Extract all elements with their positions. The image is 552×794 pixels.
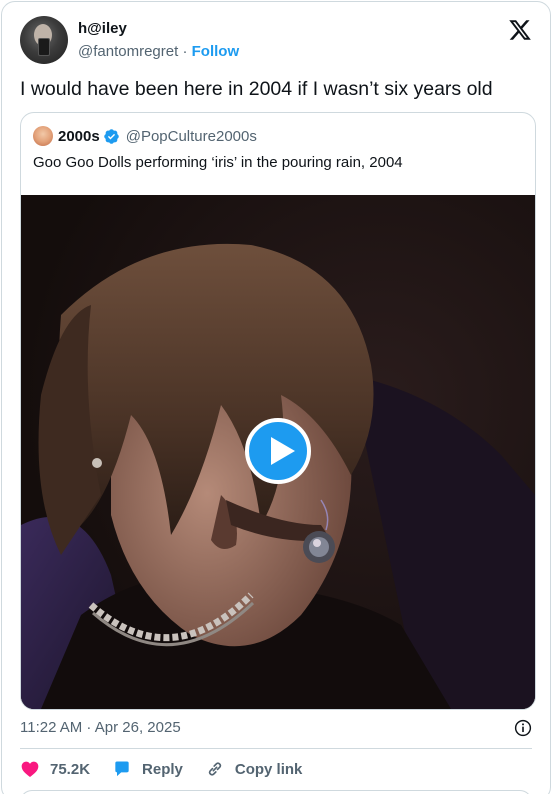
like-button[interactable]: 75.2K: [20, 759, 90, 779]
read-more-bar[interactable]: [20, 790, 532, 794]
info-icon[interactable]: [514, 719, 532, 737]
divider: [20, 748, 532, 749]
x-logo-icon[interactable]: [508, 18, 532, 42]
tweet-header: h@iley @fantomregret · Follow: [20, 16, 536, 66]
play-icon: [271, 437, 295, 465]
tweet-embed-card: h@iley @fantomregret · Follow I would ha…: [1, 1, 551, 794]
avatar[interactable]: [20, 16, 68, 64]
link-icon: [208, 762, 222, 776]
quoted-display-name: 2000s: [58, 127, 100, 145]
quoted-tweet[interactable]: 2000s @PopCulture2000s Goo Goo Dolls per…: [20, 112, 536, 710]
tweet-text: I would have been here in 2004 if I wasn…: [20, 78, 493, 100]
quoted-handle: @PopCulture2000s: [125, 127, 257, 145]
author-display-name[interactable]: h@iley: [78, 20, 239, 38]
heart-icon: [21, 761, 39, 777]
quoted-avatar: [33, 126, 53, 146]
action-bar: 75.2K Reply Copy link: [20, 758, 324, 780]
reply-bubble-icon: [115, 761, 129, 777]
author-info: h@iley @fantomregret · Follow: [78, 20, 239, 62]
author-handle-row: @fantomregret · Follow: [78, 42, 239, 62]
avatar-phone: [38, 38, 50, 56]
play-button[interactable]: [245, 418, 311, 484]
author-handle[interactable]: @fantomregret: [78, 43, 178, 60]
video-player[interactable]: [21, 195, 535, 709]
tweet-meta: 11:22 AM · Apr 26, 2025: [20, 718, 536, 738]
follow-button[interactable]: Follow: [192, 43, 240, 60]
handle-separator: ·: [182, 43, 188, 60]
reply-label: Reply: [142, 760, 183, 778]
timestamp[interactable]: 11:22 AM · Apr 26, 2025: [20, 719, 181, 736]
reply-button[interactable]: Reply: [112, 759, 183, 779]
verified-badge-icon: [103, 128, 119, 144]
like-count: 75.2K: [50, 760, 91, 778]
quoted-tweet-header: 2000s @PopCulture2000s: [33, 126, 257, 146]
copy-link-label: Copy link: [234, 760, 303, 778]
copy-link-button[interactable]: Copy link: [205, 759, 303, 779]
quoted-tweet-text: Goo Goo Dolls performing ‘iris’ in the p…: [33, 154, 403, 171]
